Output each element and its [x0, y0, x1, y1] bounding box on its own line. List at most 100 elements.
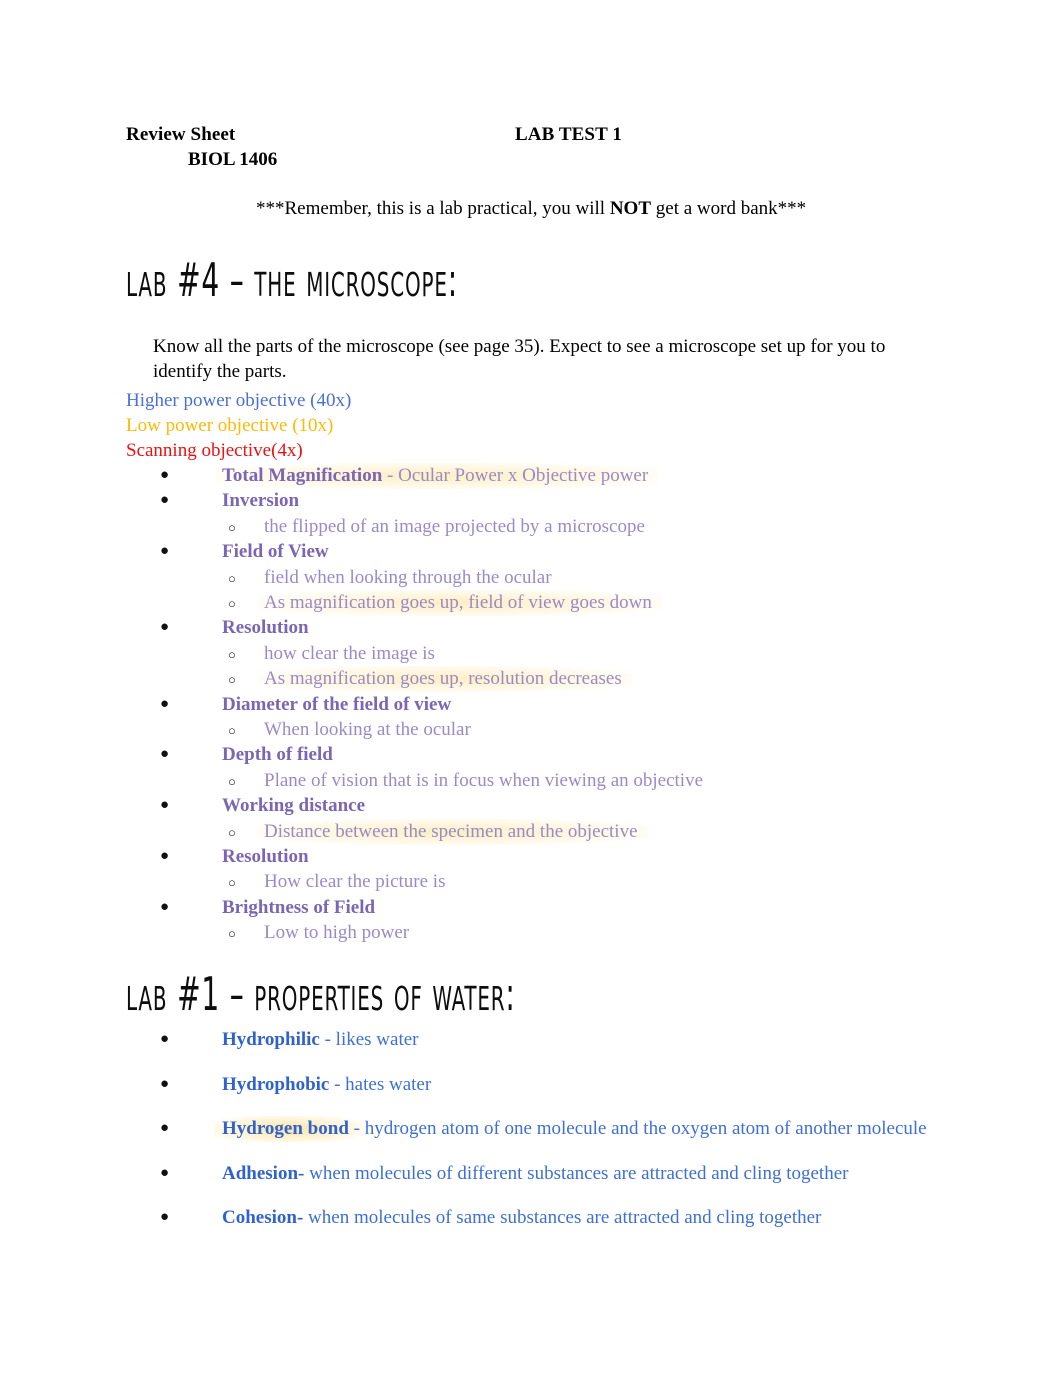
objective-line-low-power: Low power objective (10x): [126, 415, 334, 436]
term-definition: - hydrogen atom of one molecule and the …: [348, 1118, 927, 1139]
practical-note: ***Remember, this is a lab practical, yo…: [256, 198, 806, 220]
document-header: Review Sheet LAB TEST 1: [126, 124, 926, 146]
term-label: Depth of field: [222, 744, 333, 766]
list-item-text: Hydrophilic - likes water: [222, 1027, 419, 1052]
term-label: Working distance: [222, 795, 366, 817]
list-item-sub: ○ As magnification goes up, field of view…: [228, 590, 662, 616]
sub-item-label: As magnification goes up, resolution dec…: [264, 668, 622, 690]
sub-item-label: How clear the picture is: [264, 871, 446, 893]
filled-bullet-icon: ●: [160, 797, 170, 814]
note-prefix: ***Remember, this is a lab practical, yo…: [256, 198, 610, 219]
list-item: ● Resolution: [160, 844, 309, 869]
hollow-bullet-icon: ○: [228, 596, 236, 611]
filled-bullet-icon: ●: [160, 1075, 170, 1092]
list-item-text: Resolution: [222, 615, 309, 640]
filled-bullet-icon: ●: [160, 492, 170, 509]
hollow-bullet-icon: ○: [228, 646, 236, 662]
term-label: Brightness of Field: [222, 896, 376, 918]
document-page: Review Sheet LAB TEST 1 BIOL 1406 ***Rem…: [0, 0, 1062, 1377]
list-item-text: When looking at the ocular: [264, 717, 471, 742]
note-suffix: get a word bank***: [651, 198, 807, 219]
hollow-bullet-icon: ○: [228, 672, 236, 688]
term-label: Total Magnification: [222, 465, 383, 486]
filled-bullet-icon: ●: [160, 898, 170, 915]
term-separator: -: [382, 465, 399, 486]
list-item: ● Inversion: [160, 488, 299, 513]
microscope-intro-paragraph: Know all the parts of the microscope (se…: [153, 336, 886, 382]
filled-bullet-icon: ●: [160, 1164, 170, 1181]
list-item: ● Adhesion- when molecules of different s…: [160, 1161, 848, 1186]
term-label: Inversion: [222, 490, 300, 512]
header-left-title: Review Sheet: [126, 124, 236, 145]
filled-bullet-icon: ●: [160, 543, 170, 560]
term-label: Hydrogen bond: [214, 1116, 361, 1142]
term-definition: Ocular Power x Objective power: [398, 465, 649, 486]
lab-water-heading: Lab #1 – Properties of Water:: [126, 967, 516, 1021]
list-item-sub: ○ As magnification goes up, resolution de…: [228, 666, 632, 693]
list-item-text: the flipped of an image projected by a m…: [264, 514, 645, 539]
term-definition: - likes water: [319, 1029, 419, 1050]
list-item: ● Resolution: [160, 615, 309, 640]
header-center-title: LAB TEST 1: [515, 124, 622, 145]
filled-bullet-icon: ●: [160, 695, 170, 712]
hollow-bullet-icon: ○: [228, 723, 236, 738]
list-item-text: Distance between the specimen and the ob…: [258, 818, 648, 845]
filled-bullet-icon: ●: [160, 467, 170, 483]
course-code: BIOL 1406: [188, 149, 278, 170]
list-item-text: Resolution: [222, 844, 309, 869]
objective-line-high-power: Higher power objective (40x): [126, 390, 352, 411]
filled-bullet-icon: ●: [160, 848, 170, 864]
list-item-text: Working distance: [222, 793, 365, 818]
list-item-text: Inversion: [222, 488, 299, 513]
list-item-text: Cohesion- when molecules of same substan…: [222, 1205, 821, 1230]
lab-microscope-heading: Lab #4 – The Microscope:: [126, 253, 458, 307]
term-label: Resolution: [222, 846, 309, 867]
term-label: Cohesion-: [222, 1207, 304, 1228]
filled-bullet-icon: ●: [160, 1031, 170, 1047]
filled-bullet-icon: ●: [160, 746, 170, 763]
list-item-sub: ○ how clear the image is: [228, 641, 435, 666]
list-item-text: Hydrogen bond - hydrogen atom of one mol…: [214, 1116, 927, 1142]
list-item-text: Depth of field: [222, 742, 333, 767]
hollow-bullet-icon: ○: [228, 570, 236, 586]
list-item-sub: ○ Low to high power: [228, 920, 409, 945]
list-item: ● Field of View: [160, 539, 329, 564]
term-definition: when molecules of same substances are at…: [303, 1207, 822, 1228]
list-item-text: field when looking through the ocular: [264, 565, 552, 590]
term-definition: when molecules of different substances a…: [304, 1162, 849, 1184]
sub-item-label: how clear the image is: [264, 642, 435, 664]
list-item-text: How clear the picture is: [264, 869, 445, 894]
list-item-text: how clear the image is: [264, 641, 435, 666]
term-definition: - hates water: [329, 1073, 432, 1095]
list-item-text: As magnification goes up, resolution dec…: [258, 666, 632, 693]
term-label: Adhesion-: [222, 1162, 305, 1184]
sub-item-label: field when looking through the ocular: [264, 566, 552, 588]
term-label: Hydrophilic: [222, 1029, 320, 1050]
hollow-bullet-icon: ○: [228, 926, 236, 942]
objective-line-scanning: Scanning objective(4x): [126, 440, 303, 461]
filled-bullet-icon: ●: [160, 1209, 170, 1225]
filled-bullet-icon: ●: [160, 1120, 170, 1136]
hollow-bullet-icon: ○: [228, 519, 236, 535]
term-label: Diameter of the field of view: [222, 693, 452, 715]
list-item: ● Hydrophilic - likes water: [160, 1027, 419, 1052]
list-item-text: Low to high power: [264, 920, 409, 945]
hollow-bullet-icon: ○: [228, 824, 236, 840]
sub-item-label: Plane of vision that is in focus when vi…: [264, 769, 704, 791]
list-item-sub: ○ Distance between the specimen and the o…: [228, 818, 648, 845]
list-item: ● Working distance: [160, 793, 365, 818]
list-item: ● Diameter of the field of view: [160, 692, 451, 717]
list-item-sub: ○ When looking at the ocular: [228, 717, 471, 742]
list-item-sub: ○ Plane of vision that is in focus when v…: [228, 768, 703, 793]
sub-item-label: Low to high power: [264, 922, 410, 944]
term-label: Hydrophobic: [222, 1073, 330, 1095]
term-label: Field of View: [222, 541, 329, 563]
list-item-text: Hydrophobic - hates water: [222, 1072, 431, 1097]
list-item-text: Total Magnification - Ocular Power x Obj…: [216, 463, 659, 489]
list-item-text: Plane of vision that is in focus when vi…: [264, 768, 703, 793]
note-emphasis: NOT: [609, 198, 652, 219]
list-item: ● Total Magnification - Ocular Power x Ob…: [160, 463, 659, 489]
filled-bullet-icon: ●: [160, 619, 170, 636]
list-item: ● Hydrophobic - hates water: [160, 1072, 431, 1097]
list-item-sub: ○ the flipped of an image projected by a …: [228, 514, 645, 539]
